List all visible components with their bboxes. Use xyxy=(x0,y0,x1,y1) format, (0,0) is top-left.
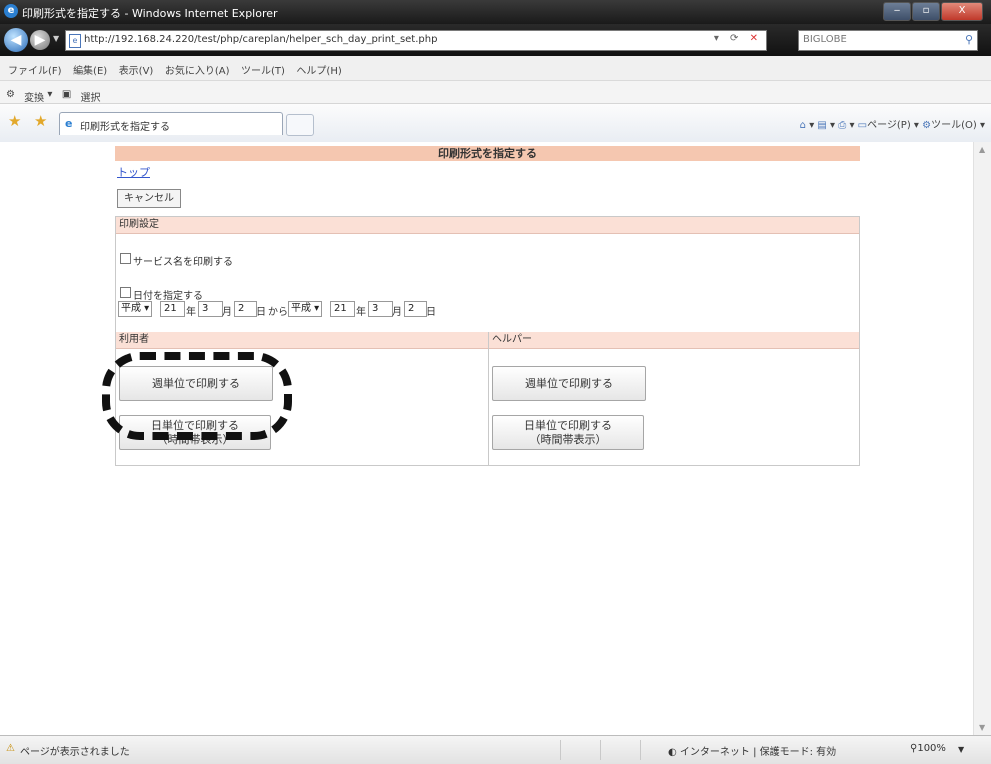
page-title: 印刷形式を指定する xyxy=(115,146,860,161)
secondary-toolbar: ⚙ 変換 ▾ ▣ 選択 xyxy=(0,81,991,104)
to-month-unit: 月 xyxy=(392,307,402,318)
column-divider xyxy=(488,332,489,465)
helper-weekly-print-button[interactable]: 週単位で印刷する xyxy=(492,366,646,401)
minimize-button[interactable]: ‒ xyxy=(883,2,911,21)
to-day-input[interactable]: 2 xyxy=(404,301,427,317)
menu-bar: ファイル(F) 編集(E) 表示(V) お気に入り(A) ツール(T) ヘルプ(… xyxy=(0,56,991,81)
top-link[interactable]: トップ xyxy=(117,164,150,180)
window-title: 印刷形式を指定する - Windows Internet Explorer xyxy=(22,7,278,20)
date-checkbox[interactable] xyxy=(120,287,131,298)
cancel-button[interactable]: キャンセル xyxy=(117,189,181,208)
url-text[interactable]: http://192.168.24.220/test/php/careplan/… xyxy=(84,34,437,45)
from-day-input[interactable]: 2 xyxy=(234,301,257,317)
stop-icon[interactable]: ✕ xyxy=(750,33,762,44)
helper-daily-print-button[interactable]: 日単位で印刷する （時間帯表示） xyxy=(492,415,644,450)
service-name-checkbox[interactable] xyxy=(120,253,131,264)
warning-icon: ⚠ xyxy=(6,743,15,754)
from-month-input[interactable]: 3 xyxy=(198,301,223,317)
refresh-icon[interactable]: ▾ ⟳ xyxy=(714,33,743,44)
favorites-star-icon[interactable]: ★ xyxy=(8,112,21,130)
to-day-unit: 日 xyxy=(426,307,436,318)
tab-ie-icon: e xyxy=(65,117,73,130)
close-button[interactable]: X xyxy=(941,2,983,21)
from-suffix: から xyxy=(268,307,288,318)
status-divider xyxy=(560,740,561,760)
command-bar: ⌂ ▾ ▤ ▾ ⎙ ▾ ▭ページ(P) ▾ ⚙ツール(O) ▾ xyxy=(799,120,985,131)
from-month-unit: 月 xyxy=(222,307,232,318)
service-name-label: サービス名を印刷する xyxy=(133,257,233,268)
status-divider xyxy=(600,740,601,760)
from-day-unit: 日 xyxy=(256,307,266,318)
search-placeholder: BIGLOBE xyxy=(803,34,847,45)
zoom-level[interactable]: ⚲100% xyxy=(910,743,946,754)
tab-bar: ★ ★ e 印刷形式を指定する ⌂ ▾ ▤ ▾ ⎙ ▾ ▭ページ(P) ▾ ⚙ツ… xyxy=(0,104,991,143)
menu-edit[interactable]: 編集(E) xyxy=(73,62,107,77)
page-menu[interactable]: ▭ページ(P) ▾ xyxy=(858,120,919,131)
home-icon[interactable]: ⌂ xyxy=(800,120,806,131)
tab-current[interactable]: e 印刷形式を指定する xyxy=(59,112,283,135)
scroll-down-icon[interactable]: ▼ xyxy=(979,723,985,732)
window-title-bar: e 印刷形式を指定する - Windows Internet Explorer … xyxy=(0,0,991,24)
from-year-input[interactable]: 21 xyxy=(160,301,185,317)
to-year-unit: 年 xyxy=(356,307,366,318)
print-settings-header: 印刷設定 xyxy=(116,217,859,234)
print-settings-section: 印刷設定 サービス名を印刷する 日付を指定する 平成 ▾ 21 年 3 月 2 … xyxy=(115,216,860,334)
print-icon[interactable]: ⎙ xyxy=(838,120,846,131)
date-label: 日付を指定する xyxy=(133,291,203,302)
menu-tools[interactable]: ツール(T) xyxy=(241,62,285,77)
tab-title: 印刷形式を指定する xyxy=(80,122,170,133)
status-text: ページが表示されました xyxy=(20,747,130,758)
ie-logo-icon: e xyxy=(4,4,18,18)
back-button[interactable]: ◀ xyxy=(4,28,28,52)
vertical-scrollbar[interactable]: ▲ ▼ xyxy=(973,142,991,735)
history-dropdown-icon[interactable]: ▼ xyxy=(53,34,59,43)
highlight-annotation xyxy=(102,352,292,440)
url-field[interactable]: e http://192.168.24.220/test/php/carepla… xyxy=(65,30,767,51)
helper-column-header: ヘルパー xyxy=(489,332,859,349)
add-favorites-icon[interactable]: ★ xyxy=(34,112,47,130)
search-icon[interactable]: ⚲ xyxy=(965,33,973,46)
feeds-icon[interactable]: ▤ xyxy=(817,120,826,131)
menu-help[interactable]: ヘルプ(H) xyxy=(296,62,341,77)
from-era-select[interactable]: 平成 ▾ xyxy=(118,301,153,317)
select-button[interactable]: ▣ 選択 xyxy=(62,85,101,104)
convert-button[interactable]: ⚙ 変換 ▾ xyxy=(6,85,52,104)
forward-button[interactable]: ▶ xyxy=(30,30,50,50)
user-column-header: 利用者 xyxy=(116,332,488,349)
tools-menu[interactable]: ⚙ツール(O) ▾ xyxy=(922,120,985,131)
to-era-select[interactable]: 平成 ▾ xyxy=(288,301,323,317)
menu-favorites[interactable]: お気に入り(A) xyxy=(165,62,230,77)
security-zone[interactable]: ◐ インターネット | 保護モード: 有効 xyxy=(668,743,836,758)
to-year-input[interactable]: 21 xyxy=(330,301,355,317)
to-month-input[interactable]: 3 xyxy=(368,301,393,317)
address-bar: ◀ ▶ ▼ e http://192.168.24.220/test/php/c… xyxy=(0,24,991,56)
maximize-button[interactable]: ▫ xyxy=(912,2,940,21)
page-icon: e xyxy=(69,34,81,48)
menu-view[interactable]: 表示(V) xyxy=(119,62,154,77)
menu-file[interactable]: ファイル(F) xyxy=(8,62,62,77)
zoom-dropdown-icon[interactable]: ▼ xyxy=(958,745,964,754)
status-bar: ⚠ ページが表示されました ◐ インターネット | 保護モード: 有効 ⚲100… xyxy=(0,735,991,764)
from-year-unit: 年 xyxy=(186,307,196,318)
new-tab-button[interactable] xyxy=(286,114,314,136)
search-input[interactable]: BIGLOBE ⚲ xyxy=(798,30,978,51)
scroll-up-icon[interactable]: ▲ xyxy=(979,145,985,154)
status-divider xyxy=(640,740,641,760)
